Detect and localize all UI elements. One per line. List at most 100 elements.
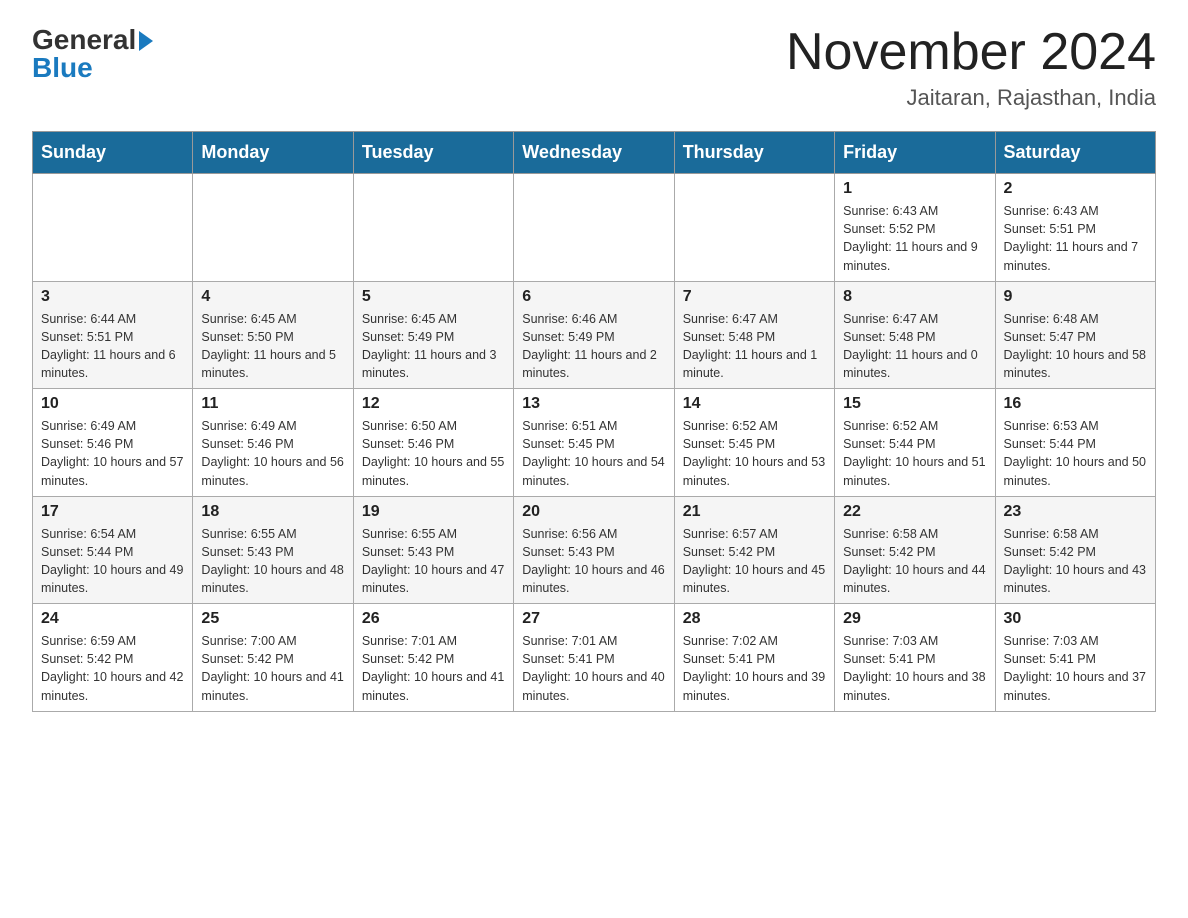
week-row-1: 1Sunrise: 6:43 AM Sunset: 5:52 PM Daylig… xyxy=(33,174,1156,282)
day-number: 27 xyxy=(522,610,665,628)
day-cell: 1Sunrise: 6:43 AM Sunset: 5:52 PM Daylig… xyxy=(835,174,995,282)
day-cell: 23Sunrise: 6:58 AM Sunset: 5:42 PM Dayli… xyxy=(995,496,1155,604)
day-cell xyxy=(193,174,353,282)
day-cell: 29Sunrise: 7:03 AM Sunset: 5:41 PM Dayli… xyxy=(835,604,995,712)
day-info: Sunrise: 6:49 AM Sunset: 5:46 PM Dayligh… xyxy=(41,417,184,490)
day-info: Sunrise: 6:47 AM Sunset: 5:48 PM Dayligh… xyxy=(843,310,986,383)
day-info: Sunrise: 7:02 AM Sunset: 5:41 PM Dayligh… xyxy=(683,632,826,705)
day-info: Sunrise: 6:57 AM Sunset: 5:42 PM Dayligh… xyxy=(683,525,826,598)
day-cell: 21 Sunrise: 6:57 AM Sunset: 5:42 PM Dayli… xyxy=(674,496,834,604)
week-row-3: 10 Sunrise: 6:49 AM Sunset: 5:46 PM Dayli… xyxy=(33,389,1156,497)
day-cell: 27 Sunrise: 7:01 AM Sunset: 5:41 PM Dayli… xyxy=(514,604,674,712)
day-cell: 30 Sunrise: 7:03 AM Sunset: 5:41 PM Dayli… xyxy=(995,604,1155,712)
week-row-2: 3 Sunrise: 6:44 AM Sunset: 5:51 PM Daylig… xyxy=(33,281,1156,389)
day-info: Sunrise: 6:55 AM Sunset: 5:43 PM Dayligh… xyxy=(201,525,344,598)
day-info: Sunrise: 6:59 AM Sunset: 5:42 PM Dayligh… xyxy=(41,632,184,705)
day-number: 3 xyxy=(41,288,184,306)
day-number: 24 xyxy=(41,610,184,628)
day-number: 23 xyxy=(1004,503,1147,521)
header-day-monday: Monday xyxy=(193,132,353,174)
header-day-friday: Friday xyxy=(835,132,995,174)
day-info: Sunrise: 6:45 AM Sunset: 5:49 PM Dayligh… xyxy=(362,310,505,383)
day-number: 14 xyxy=(683,395,826,413)
day-number: 15 xyxy=(843,395,986,413)
day-number: 5 xyxy=(362,288,505,306)
header: General Blue November 2024 Jaitaran, Raj… xyxy=(32,24,1156,111)
day-cell xyxy=(674,174,834,282)
day-cell: 6 Sunrise: 6:46 AM Sunset: 5:49 PM Daylig… xyxy=(514,281,674,389)
day-cell: 5 Sunrise: 6:45 AM Sunset: 5:49 PM Daylig… xyxy=(353,281,513,389)
day-cell: 4Sunrise: 6:45 AM Sunset: 5:50 PM Daylig… xyxy=(193,281,353,389)
day-number: 22 xyxy=(843,503,986,521)
day-info: Sunrise: 7:01 AM Sunset: 5:41 PM Dayligh… xyxy=(522,632,665,705)
day-info: Sunrise: 6:56 AM Sunset: 5:43 PM Dayligh… xyxy=(522,525,665,598)
day-info: Sunrise: 6:52 AM Sunset: 5:45 PM Dayligh… xyxy=(683,417,826,490)
day-number: 6 xyxy=(522,288,665,306)
day-info: Sunrise: 6:49 AM Sunset: 5:46 PM Dayligh… xyxy=(201,417,344,490)
calendar-subtitle: Jaitaran, Rajasthan, India xyxy=(786,85,1156,111)
day-info: Sunrise: 7:03 AM Sunset: 5:41 PM Dayligh… xyxy=(843,632,986,705)
day-number: 16 xyxy=(1004,395,1147,413)
day-cell: 22Sunrise: 6:58 AM Sunset: 5:42 PM Dayli… xyxy=(835,496,995,604)
day-number: 10 xyxy=(41,395,184,413)
day-number: 26 xyxy=(362,610,505,628)
day-info: Sunrise: 6:54 AM Sunset: 5:44 PM Dayligh… xyxy=(41,525,184,598)
week-row-5: 24 Sunrise: 6:59 AM Sunset: 5:42 PM Dayli… xyxy=(33,604,1156,712)
day-cell: 7Sunrise: 6:47 AM Sunset: 5:48 PM Daylig… xyxy=(674,281,834,389)
week-row-4: 17Sunrise: 6:54 AM Sunset: 5:44 PM Dayli… xyxy=(33,496,1156,604)
day-info: Sunrise: 7:00 AM Sunset: 5:42 PM Dayligh… xyxy=(201,632,344,705)
day-cell: 18 Sunrise: 6:55 AM Sunset: 5:43 PM Dayli… xyxy=(193,496,353,604)
header-day-tuesday: Tuesday xyxy=(353,132,513,174)
day-info: Sunrise: 6:44 AM Sunset: 5:51 PM Dayligh… xyxy=(41,310,184,383)
day-cell: 11Sunrise: 6:49 AM Sunset: 5:46 PM Dayli… xyxy=(193,389,353,497)
day-number: 20 xyxy=(522,503,665,521)
day-cell: 13 Sunrise: 6:51 AM Sunset: 5:45 PM Dayli… xyxy=(514,389,674,497)
day-number: 21 xyxy=(683,503,826,521)
day-info: Sunrise: 6:43 AM Sunset: 5:52 PM Dayligh… xyxy=(843,202,986,275)
day-info: Sunrise: 6:48 AM Sunset: 5:47 PM Dayligh… xyxy=(1004,310,1147,383)
day-number: 2 xyxy=(1004,180,1147,198)
day-number: 9 xyxy=(1004,288,1147,306)
day-number: 30 xyxy=(1004,610,1147,628)
day-cell: 10 Sunrise: 6:49 AM Sunset: 5:46 PM Dayli… xyxy=(33,389,193,497)
day-number: 4 xyxy=(201,288,344,306)
day-info: Sunrise: 6:50 AM Sunset: 5:46 PM Dayligh… xyxy=(362,417,505,490)
day-info: Sunrise: 6:53 AM Sunset: 5:44 PM Dayligh… xyxy=(1004,417,1147,490)
day-info: Sunrise: 6:52 AM Sunset: 5:44 PM Dayligh… xyxy=(843,417,986,490)
day-number: 18 xyxy=(201,503,344,521)
day-cell: 8 Sunrise: 6:47 AM Sunset: 5:48 PM Daylig… xyxy=(835,281,995,389)
logo: General Blue xyxy=(32,24,153,84)
day-cell xyxy=(33,174,193,282)
calendar-table: SundayMondayTuesdayWednesdayThursdayFrid… xyxy=(32,131,1156,712)
header-day-sunday: Sunday xyxy=(33,132,193,174)
header-day-thursday: Thursday xyxy=(674,132,834,174)
header-day-wednesday: Wednesday xyxy=(514,132,674,174)
day-cell: 3 Sunrise: 6:44 AM Sunset: 5:51 PM Daylig… xyxy=(33,281,193,389)
title-area: November 2024 Jaitaran, Rajasthan, India xyxy=(786,24,1156,111)
day-number: 19 xyxy=(362,503,505,521)
day-cell xyxy=(353,174,513,282)
day-number: 12 xyxy=(362,395,505,413)
day-cell: 17Sunrise: 6:54 AM Sunset: 5:44 PM Dayli… xyxy=(33,496,193,604)
day-cell: 2 Sunrise: 6:43 AM Sunset: 5:51 PM Daylig… xyxy=(995,174,1155,282)
day-info: Sunrise: 6:55 AM Sunset: 5:43 PM Dayligh… xyxy=(362,525,505,598)
day-info: Sunrise: 7:03 AM Sunset: 5:41 PM Dayligh… xyxy=(1004,632,1147,705)
day-number: 13 xyxy=(522,395,665,413)
logo-arrow-icon xyxy=(139,31,153,51)
day-cell: 12 Sunrise: 6:50 AM Sunset: 5:46 PM Dayli… xyxy=(353,389,513,497)
day-info: Sunrise: 7:01 AM Sunset: 5:42 PM Dayligh… xyxy=(362,632,505,705)
day-cell: 26 Sunrise: 7:01 AM Sunset: 5:42 PM Dayli… xyxy=(353,604,513,712)
calendar-title: November 2024 xyxy=(786,24,1156,81)
day-number: 7 xyxy=(683,288,826,306)
header-day-saturday: Saturday xyxy=(995,132,1155,174)
day-cell: 28 Sunrise: 7:02 AM Sunset: 5:41 PM Dayli… xyxy=(674,604,834,712)
day-cell xyxy=(514,174,674,282)
day-cell: 9 Sunrise: 6:48 AM Sunset: 5:47 PM Daylig… xyxy=(995,281,1155,389)
day-cell: 19 Sunrise: 6:55 AM Sunset: 5:43 PM Dayli… xyxy=(353,496,513,604)
day-info: Sunrise: 6:46 AM Sunset: 5:49 PM Dayligh… xyxy=(522,310,665,383)
day-number: 8 xyxy=(843,288,986,306)
day-number: 28 xyxy=(683,610,826,628)
day-info: Sunrise: 6:51 AM Sunset: 5:45 PM Dayligh… xyxy=(522,417,665,490)
day-info: Sunrise: 6:43 AM Sunset: 5:51 PM Dayligh… xyxy=(1004,202,1147,275)
day-cell: 24 Sunrise: 6:59 AM Sunset: 5:42 PM Dayli… xyxy=(33,604,193,712)
